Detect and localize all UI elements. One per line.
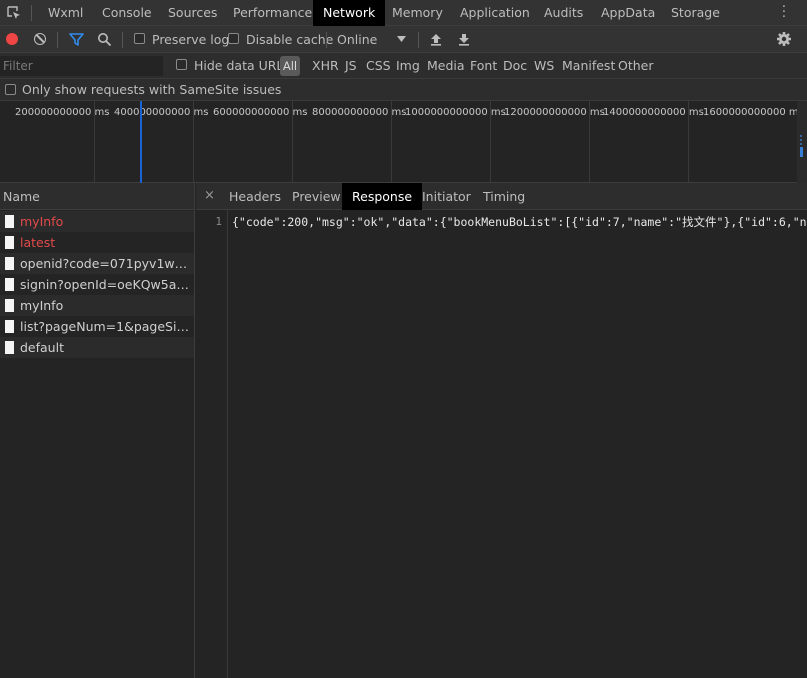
filter-bar: Hide data URLs All XHR JS CSS Img Media … (0, 53, 807, 79)
filter-type-ws[interactable]: WS (534, 58, 554, 73)
request-row[interactable]: myInfo (0, 295, 194, 316)
filter-all-button[interactable]: All (280, 56, 300, 76)
line-number: 1 (215, 215, 222, 228)
line-number-gutter: 1 (196, 210, 228, 678)
request-row[interactable]: myInfo (0, 211, 194, 232)
tab-initiator[interactable]: Initiator (422, 183, 471, 210)
filter-input[interactable] (0, 56, 163, 76)
filter-type-font[interactable]: Font (470, 58, 497, 73)
samesite-filter-row: Only show requests with SameSite issues (0, 79, 807, 101)
toolbar-separator (57, 32, 58, 48)
import-har-icon[interactable] (430, 32, 442, 46)
filter-type-xhr[interactable]: XHR (312, 58, 339, 73)
network-toolbar: Preserve log Disable cache Online (0, 26, 807, 53)
filter-type-css[interactable]: CSS (366, 58, 391, 73)
tab-preview[interactable]: Preview (292, 183, 341, 210)
request-row[interactable]: signin?openId=oeKQw5aOqlY... (0, 274, 194, 295)
timeline-tick-label: 600000000000 ms (213, 107, 308, 118)
disable-cache-label[interactable]: Disable cache (246, 32, 333, 47)
search-icon[interactable] (97, 32, 112, 47)
tab-wxml[interactable]: Wxml (48, 0, 83, 26)
filter-type-doc[interactable]: Doc (503, 58, 527, 73)
tab-application[interactable]: Application (460, 0, 530, 26)
toolbar-separator (326, 32, 327, 48)
caret-down-icon[interactable] (397, 36, 406, 42)
tab-storage[interactable]: Storage (671, 0, 720, 26)
response-text[interactable]: {"code":200,"msg":"ok","data":{"bookMenu… (232, 214, 807, 230)
gear-icon[interactable] (776, 31, 792, 47)
request-row[interactable]: list?pageNum=1&pageSize=15 (0, 316, 194, 337)
tab-appdata[interactable]: AppData (601, 0, 655, 26)
hide-data-urls-label[interactable]: Hide data URLs (194, 58, 290, 73)
request-name: list?pageNum=1&pageSize=15 (20, 319, 194, 334)
timeline-tick-label: 1200000000000 ms (504, 107, 605, 118)
timeline-tick-label: 400000000000 ms (114, 107, 209, 118)
filter-type-other[interactable]: Other (618, 58, 654, 73)
disable-cache-checkbox[interactable] (228, 33, 239, 44)
timeline-tick-label: 1000000000000 ms (405, 107, 506, 118)
document-icon (5, 278, 14, 291)
clear-icon[interactable] (34, 33, 46, 45)
request-row[interactable]: latest (0, 232, 194, 253)
request-row-selected[interactable]: default (0, 337, 194, 358)
document-icon (5, 299, 14, 312)
close-icon[interactable]: × (204, 188, 215, 203)
tab-headers[interactable]: Headers (229, 183, 281, 210)
request-row[interactable]: openid?code=071pyv1w3Lbm... (0, 253, 194, 274)
devtools-tab-bar: Wxml Console Sources Performance Network… (0, 0, 807, 26)
document-icon (5, 236, 14, 249)
tab-sources[interactable]: Sources (168, 0, 217, 26)
timeline-scroll-area (797, 101, 807, 183)
filter-type-manifest[interactable]: Manifest (562, 58, 615, 73)
toolbar-separator (122, 32, 123, 48)
request-name: default (20, 340, 64, 355)
response-viewer[interactable]: 1 {"code":200,"msg":"ok","data":{"bookMe… (196, 210, 807, 678)
network-overview-timeline[interactable]: 200000000000 ms 400000000000 ms 60000000… (0, 101, 807, 183)
toolbar-separator (418, 32, 419, 48)
request-name: signin?openId=oeKQw5aOqlY... (20, 277, 194, 292)
more-options-icon[interactable]: · · · (780, 1, 788, 24)
record-icon[interactable] (6, 33, 18, 45)
tab-separator (31, 5, 32, 21)
request-list-pane: Name myInfo latest openid?code=071pyv1w3… (0, 183, 195, 678)
filter-type-js[interactable]: JS (345, 58, 357, 73)
timeline-tick-label: 1400000000000 ms (603, 107, 704, 118)
samesite-issues-checkbox[interactable] (5, 84, 16, 95)
request-name: latest (20, 235, 56, 250)
preserve-log-label[interactable]: Preserve log (152, 32, 229, 47)
tab-console[interactable]: Console (102, 0, 152, 26)
preserve-log-checkbox[interactable] (134, 33, 145, 44)
filter-icon[interactable] (69, 32, 84, 47)
inspect-element-icon[interactable] (6, 5, 22, 21)
dom-content-loaded-marker (140, 101, 142, 183)
filter-type-media[interactable]: Media (427, 58, 465, 73)
timeline-tick-label: 200000000000 ms (15, 107, 110, 118)
document-icon (5, 341, 14, 354)
timeline-tick-label: 1600000000000 ms (703, 107, 804, 118)
export-har-icon[interactable] (458, 32, 470, 46)
tab-response[interactable]: Response (342, 183, 423, 210)
request-bars-icon (800, 135, 803, 157)
samesite-issues-label[interactable]: Only show requests with SameSite issues (22, 82, 281, 97)
document-icon (5, 215, 14, 228)
request-name: openid?code=071pyv1w3Lbm... (20, 256, 194, 271)
timeline-tick-label: 800000000000 ms (312, 107, 407, 118)
request-name: myInfo (20, 298, 64, 313)
tab-memory[interactable]: Memory (392, 0, 443, 26)
filter-type-img[interactable]: Img (396, 58, 420, 73)
tab-network[interactable]: Network (313, 0, 386, 26)
request-detail-tabs: × Headers Preview Response Initiator Tim… (196, 183, 807, 210)
tab-timing[interactable]: Timing (483, 183, 525, 210)
tab-audits[interactable]: Audits (544, 0, 583, 26)
document-icon (5, 320, 14, 333)
name-column-header[interactable]: Name (0, 183, 194, 210)
hide-data-urls-checkbox[interactable] (176, 59, 187, 70)
throttling-select[interactable]: Online (337, 32, 377, 47)
tab-performance[interactable]: Performance (233, 0, 312, 26)
request-name: myInfo (20, 214, 64, 229)
document-icon (5, 257, 14, 270)
